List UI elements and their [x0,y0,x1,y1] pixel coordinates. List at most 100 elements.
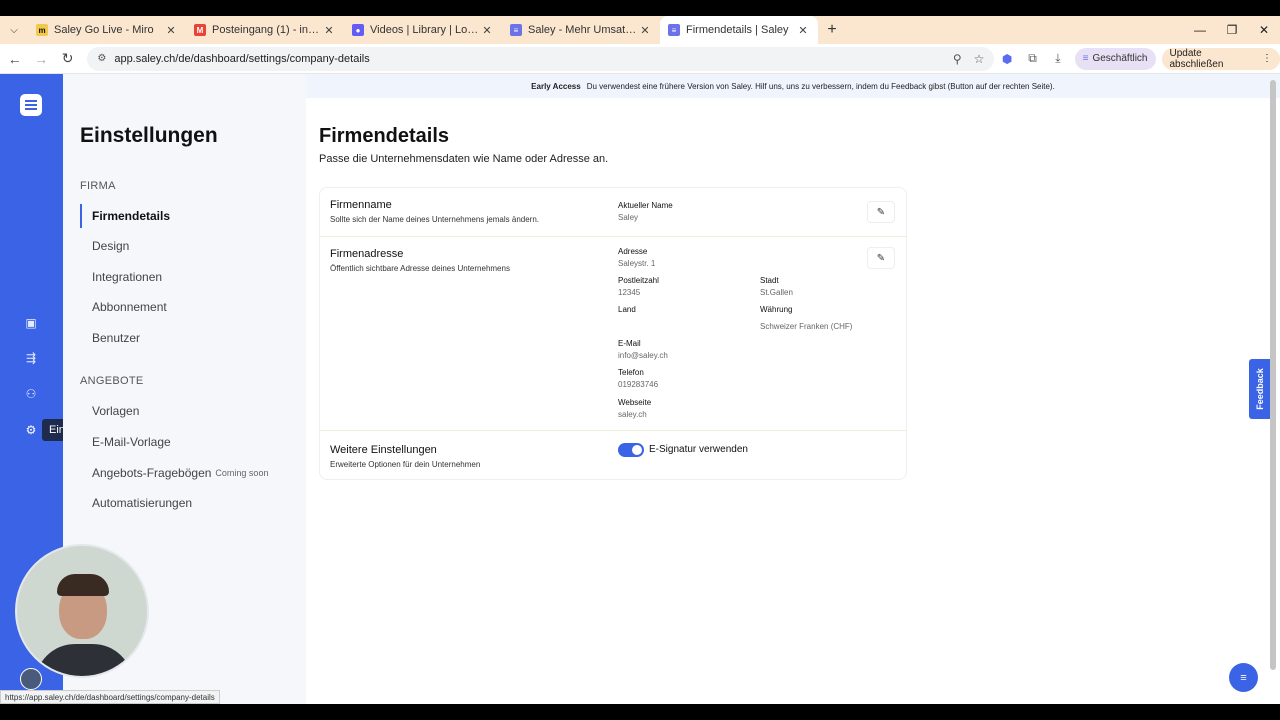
screen-top-border [0,0,1280,16]
company-name-desc: Sollte sich der Name deines Unternehmens… [330,215,539,224]
forward-icon[interactable]: → [29,51,52,67]
extensions-puzzle-icon[interactable]: ⧉ [1020,51,1045,66]
screen-bottom-border [0,704,1280,720]
profile-button[interactable]: ≡ Geschäftlich [1074,47,1156,70]
restore-icon[interactable]: ❐ [1216,23,1248,37]
bookmark-star-icon[interactable]: ☆ [974,52,985,66]
banner-label: Early Access [531,81,581,91]
settings-nav-top [63,74,306,98]
profile-icon: ≡ [1082,53,1089,64]
zip-label: Postleitzahl [618,276,659,285]
tab-title: Saley - Mehr Umsatz mit jedem [528,24,638,36]
gear-icon[interactable]: ⚙ [22,421,40,439]
new-tab-button[interactable]: + [818,21,846,39]
zoom-icon[interactable]: ⚲ [953,52,962,66]
edit-icon: ✎ [876,206,886,218]
section-label-angebote: ANGEBOTE [80,375,144,387]
current-name-value: Saley [618,213,639,222]
site-info-icon[interactable]: ⚙ [97,53,106,64]
download-icon[interactable]: ⤓ [1045,51,1070,66]
tab-title: Videos | Library | Loom [370,24,480,36]
edit-icon: ✎ [876,252,886,264]
nav-item-email-vorlage[interactable]: E-Mail-Vorlage [80,430,290,454]
webcam-hair [57,574,109,596]
chat-launcher-icon[interactable]: ≡ [1229,663,1258,692]
update-button[interactable]: Update abschließen ⋮ [1161,47,1280,70]
close-icon[interactable]: ✕ [796,24,810,37]
currency-label: Währung [760,305,793,314]
tab-title: Posteingang (1) - info@saley.ch [212,24,322,36]
browser-tab-loom[interactable]: ● Videos | Library | Loom ✕ [344,16,502,44]
edit-company-name-button[interactable]: ✎ [867,201,895,223]
address-bar[interactable]: ⚙ app.saley.ch/de/dashboard/settings/com… [87,46,995,71]
gmail-icon: M [194,24,206,36]
edit-company-address-button[interactable]: ✎ [867,247,895,269]
nav-item-firmendetails[interactable]: Firmendetails [80,204,290,228]
nav-item-angebots-frageboegen[interactable]: Angebots-Fragebögen Coming soon [80,461,290,485]
feedback-label: Feedback [1255,368,1265,410]
page-title: Firmendetails [319,125,450,147]
saley-app: ▣ ⇶ ⚇ ⚙ Einstellungen Early Access Du ve… [0,74,1280,704]
workflow-icon[interactable]: ⇶ [22,349,40,367]
settings-heading: Einstellungen [80,124,218,147]
section-label-firma: FIRMA [80,180,116,192]
close-icon[interactable]: ✕ [322,24,336,37]
loom-icon: ● [352,24,364,36]
saley-icon: ≡ [668,24,680,36]
tab-search-icon[interactable]: ⌵ [0,16,28,44]
close-icon[interactable]: ✕ [638,24,652,37]
browser-tab-saley-site[interactable]: ≡ Saley - Mehr Umsatz mit jedem ✕ [502,16,660,44]
browser-tab-miro[interactable]: m Saley Go Live - Miro ✕ [28,16,186,44]
page-subtitle: Passe die Unternehmensdaten wie Name ode… [319,153,609,165]
company-address-desc: Öffentlich sichtbare Adresse deines Unte… [330,264,510,273]
minimize-icon[interactable]: — [1184,23,1216,37]
email-value: info@saley.ch [618,351,668,360]
window-controls: — ❐ ✕ [1184,23,1280,37]
feedback-button[interactable]: Feedback [1249,359,1271,419]
country-label: Land [618,305,636,314]
zip-value: 12345 [618,288,641,297]
currency-value: Schweizer Franken (CHF) [760,322,853,331]
nav-item-abbonnement[interactable]: Abbonnement [80,295,290,319]
reload-icon[interactable]: ↻ [56,50,79,67]
nav-item-integrationen[interactable]: Integrationen [80,265,290,289]
url-text: app.saley.ch/de/dashboard/settings/compa… [114,52,370,65]
e-signature-toggle[interactable] [618,443,644,457]
close-icon[interactable]: ✕ [164,24,178,37]
early-access-banner: Early Access Du verwendest eine frühere … [306,74,1280,98]
address-value: Saleystr. 1 [618,259,656,268]
calculator-icon[interactable]: ▣ [22,314,40,332]
website-label: Webseite [618,398,652,407]
saley-logo-icon[interactable] [20,94,42,116]
email-label: E-Mail [618,339,641,348]
back-icon[interactable]: ← [3,51,26,67]
extension-icon[interactable]: ⬢ [994,52,1019,66]
browser-tab-gmail[interactable]: M Posteingang (1) - info@saley.ch ✕ [186,16,344,44]
profile-label: Geschäftlich [1092,53,1148,64]
nav-item-benutzer[interactable]: Benutzer [80,326,290,350]
miro-icon: m [36,24,48,36]
avatar[interactable] [20,668,42,690]
nav-item-automatisierungen[interactable]: Automatisierungen [80,491,290,515]
company-address-title: Firmenadresse [330,248,404,260]
city-value: St.Gallen [760,288,793,297]
scrollbar[interactable] [1270,80,1276,670]
status-url-tooltip: https://app.saley.ch/de/dashboard/settin… [0,690,220,704]
close-window-icon[interactable]: ✕ [1248,23,1280,37]
current-name-label: Aktueller Name [618,201,673,210]
city-label: Stadt [760,276,779,285]
contacts-icon[interactable]: ⚇ [22,385,40,403]
main-content: Firmendetails Passe die Unternehmensdate… [306,98,1280,704]
website-value: saley.ch [618,410,647,419]
coming-soon-badge: Coming soon [215,468,269,478]
phone-value: 019283746 [618,380,659,389]
webcam-shirt [35,644,133,676]
nav-item-design[interactable]: Design [80,234,290,258]
update-label: Update abschließen [1169,47,1224,70]
close-icon[interactable]: ✕ [480,24,494,37]
browser-tab-firmendetails[interactable]: ≡ Firmendetails | Saley ✕ [660,16,818,44]
tab-title: Firmendetails | Saley [686,24,789,36]
kebab-menu-icon: ⋮ [1262,53,1273,64]
nav-item-vorlagen[interactable]: Vorlagen [80,399,290,423]
phone-label: Telefon [618,368,644,377]
